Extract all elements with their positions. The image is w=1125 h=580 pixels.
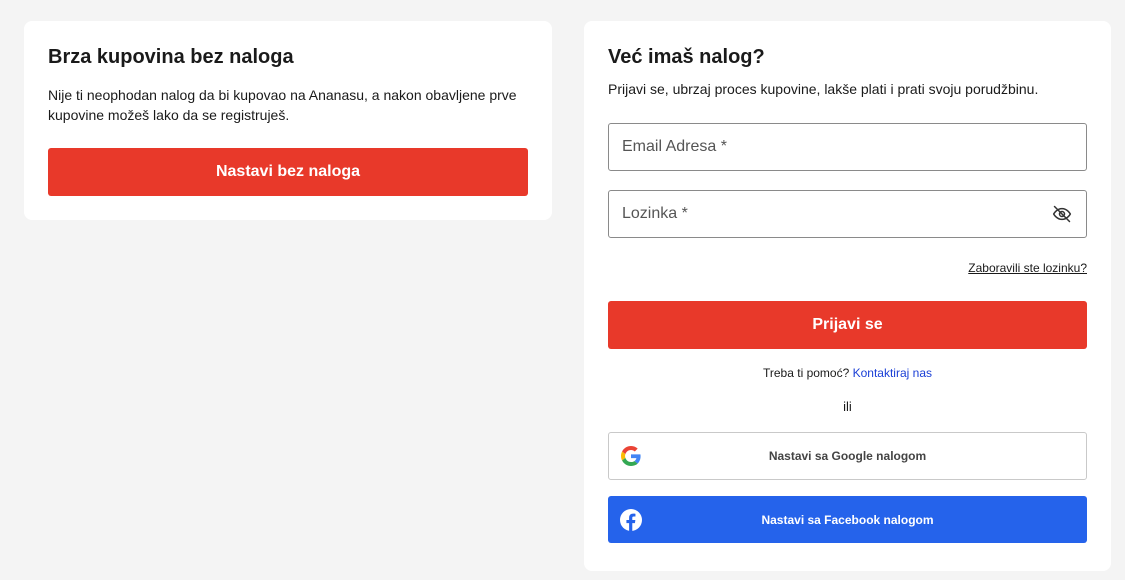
help-row: Treba ti pomoć? Kontaktiraj nas (608, 365, 1087, 381)
email-placeholder: Email Adresa * (622, 138, 727, 155)
or-divider: ili (843, 399, 852, 414)
facebook-icon (620, 509, 642, 531)
guest-card-description: Nije ti neophodan nalog da bi kupovao na… (48, 87, 517, 123)
guest-checkout-card: Brza kupovina bez naloga Nije ti neophod… (24, 21, 552, 220)
login-button[interactable]: Prijavi se (608, 301, 1087, 349)
forgot-password-row: Zaboravili ste lozinku? (608, 259, 1087, 275)
help-text: Treba ti pomoć? (763, 366, 850, 380)
contact-us-link[interactable]: Kontaktiraj nas (853, 366, 932, 380)
password-field[interactable]: Lozinka * (608, 190, 1087, 238)
login-card-title: Već imaš nalog? (608, 46, 765, 68)
google-login-button[interactable]: Nastavi sa Google nalogom (608, 432, 1087, 480)
google-icon (621, 446, 641, 466)
eye-off-icon[interactable] (1052, 204, 1072, 224)
login-card-description: Prijavi se, ubrzaj proces kupovine, lakš… (608, 81, 1039, 97)
facebook-login-label: Nastavi sa Facebook nalogom (761, 512, 934, 527)
google-login-label: Nastavi sa Google nalogom (768, 449, 927, 463)
continue-without-account-button[interactable]: Nastavi bez naloga (48, 148, 528, 196)
facebook-login-button[interactable]: Nastavi sa Facebook nalogom (608, 496, 1087, 543)
login-card: Već imaš nalog? Prijavi se, ubrzaj proce… (584, 21, 1111, 571)
email-field[interactable]: Email Adresa * (608, 123, 1087, 171)
forgot-password-link[interactable]: Zaboravili ste lozinku? (968, 261, 1087, 275)
guest-card-title: Brza kupovina bez naloga (48, 46, 294, 68)
password-placeholder: Lozinka * (622, 205, 688, 222)
